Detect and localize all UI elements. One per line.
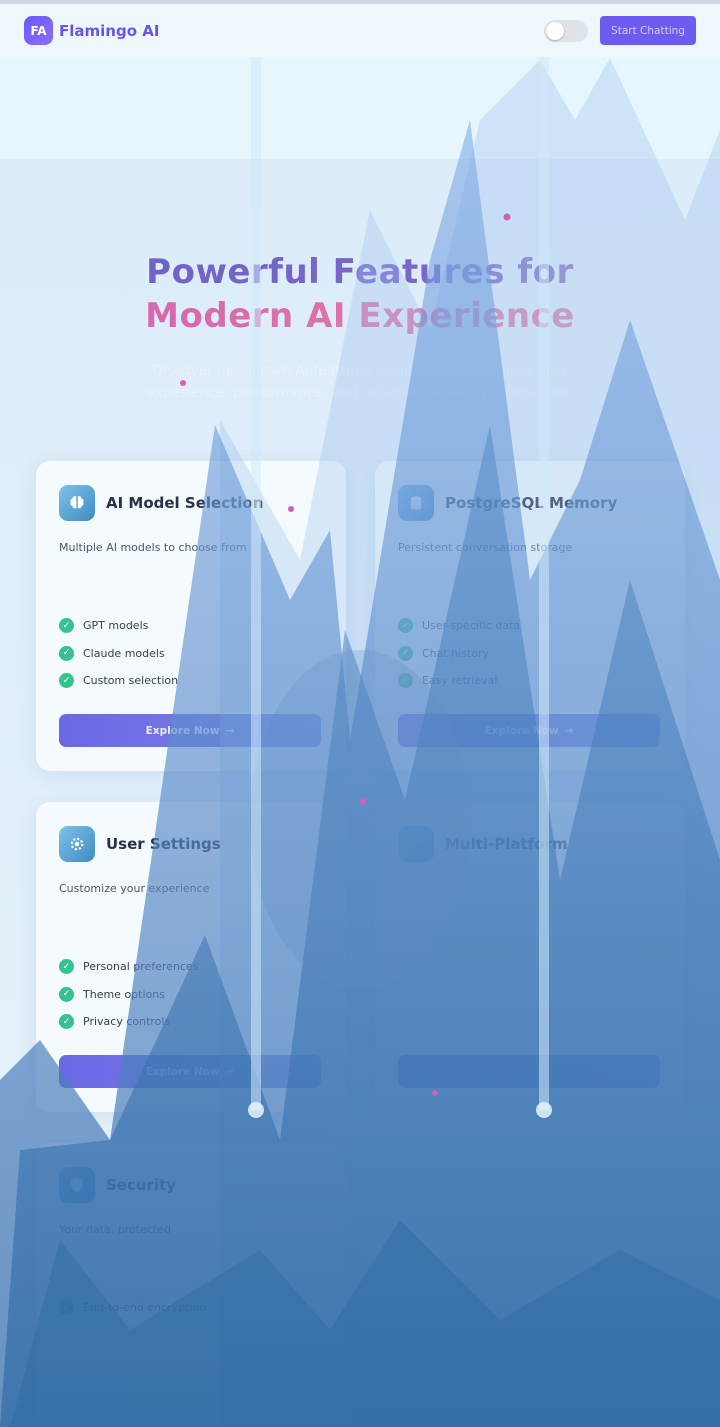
card-title: Multi-Platform (445, 835, 568, 853)
button-label: Explore Now (145, 1065, 220, 1078)
feature-card-ai-model: AI Model Selection Multiple AI models to… (36, 461, 346, 771)
button-label: Explore Now (145, 724, 220, 737)
card-description: Your data, protected (59, 1223, 171, 1236)
check-icon: ✓ (59, 645, 74, 661)
check-icon: ✓ (59, 959, 74, 975)
devices-icon (398, 826, 434, 862)
check-icon: ✓ (59, 618, 74, 634)
hero-title: Powerful Features for Modern AI Experien… (0, 250, 720, 338)
feature-item: ✓ User-specific data (398, 612, 662, 640)
feature-item: ✓ Personal preferences (59, 953, 323, 981)
feature-card-user-settings: User Settings Customize your experience … (36, 802, 346, 1112)
explore-now-button[interactable]: Explore Now → (59, 714, 321, 747)
feature-item: ✓ Claude models (59, 640, 323, 668)
feature-label: Theme options (83, 987, 165, 1001)
feature-label: Custom selection (83, 674, 179, 688)
check-icon: ✓ (398, 645, 413, 661)
theme-toggle[interactable] (544, 19, 588, 42)
feature-item: ✓ Privacy controls (59, 1008, 323, 1036)
feature-label: Claude models (83, 646, 165, 660)
card-title: AI Model Selection (106, 494, 264, 512)
check-icon: ✓ (59, 1300, 74, 1316)
arrow-right-icon: → (225, 1065, 235, 1078)
feature-card-postgresql-memory: PostgreSQL Memory Persistent conversatio… (375, 461, 685, 771)
feature-card-multi-platform: Multi-Platform (375, 802, 685, 1112)
feature-list: ✓ GPT models ✓ Claude models ✓ Custom selec… (59, 612, 323, 695)
card-description: Persistent conversation storage (398, 541, 573, 554)
hero-subtitle: Discover innovative AI features designed… (146, 363, 574, 401)
explore-now-button[interactable] (398, 1055, 660, 1088)
card-title: Security (106, 1176, 177, 1194)
arrow-right-icon: → (225, 724, 235, 737)
feature-label: User-specific data (422, 619, 521, 633)
toggle-knob (546, 21, 564, 40)
feature-item: ✓ Chat history (398, 640, 662, 668)
feature-item: ✓ Custom selection (59, 667, 323, 695)
brain-icon (59, 485, 95, 521)
shield-icon (59, 1167, 95, 1203)
feature-item: ✓ Easy retrieval (398, 667, 662, 695)
feature-list: ✓ End-to-end encryption (59, 1294, 323, 1322)
feature-item: ✓ GPT models (59, 612, 323, 640)
logo-badge[interactable]: FA (24, 16, 53, 45)
header-actions: Start Chatting (544, 16, 696, 45)
feature-label: GPT models (83, 619, 149, 633)
check-icon: ✓ (59, 1014, 74, 1030)
hero-section: Powerful Features for Modern AI Experien… (0, 250, 720, 404)
hero-title-line1: Powerful Features for (0, 250, 720, 294)
brand-name[interactable]: Flamingo AI (59, 22, 159, 40)
feature-label: End-to-end encryption (83, 1301, 207, 1315)
explore-now-button[interactable]: Explore Now → (59, 1055, 321, 1088)
check-icon: ✓ (398, 618, 413, 634)
explore-now-button[interactable]: Explore Now → (398, 714, 660, 747)
feature-item: ✓ End-to-end encryption (59, 1294, 323, 1322)
header-band (0, 57, 720, 159)
check-icon: ✓ (59, 673, 74, 689)
hero-title-line2: Modern AI Experience (0, 294, 720, 338)
feature-label: Easy retrieval (422, 674, 498, 688)
card-title: User Settings (106, 835, 221, 853)
feature-item: ✓ Theme options (59, 981, 323, 1009)
feature-card-security: Security Your data, protected ✓ End-to-en… (36, 1143, 346, 1427)
card-description: Multiple AI models to choose from (59, 541, 247, 554)
button-label: Explore Now (484, 724, 559, 737)
feature-list: ✓ Personal preferences ✓ Theme options ✓ Pr… (59, 953, 323, 1036)
check-icon: ✓ (59, 986, 74, 1002)
feature-list: ✓ User-specific data ✓ Chat history ✓ Easy … (398, 612, 662, 695)
database-icon (398, 485, 434, 521)
feature-label: Chat history (422, 646, 490, 660)
feature-label: Privacy controls (83, 1015, 171, 1029)
card-title: PostgreSQL Memory (445, 494, 618, 512)
arrow-right-icon: → (564, 724, 574, 737)
feature-label: Personal preferences (83, 960, 199, 974)
check-icon: ✓ (398, 673, 413, 689)
card-description: Customize your experience (59, 882, 210, 895)
site-header: FA Flamingo AI Start Chatting (0, 4, 720, 57)
start-chatting-button[interactable]: Start Chatting (600, 16, 696, 45)
gear-icon (59, 826, 95, 862)
